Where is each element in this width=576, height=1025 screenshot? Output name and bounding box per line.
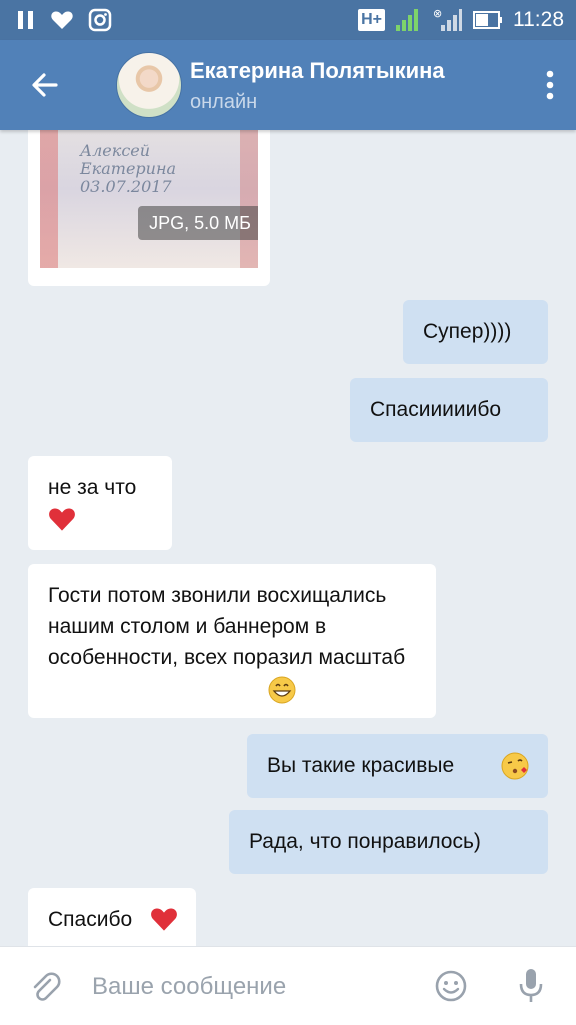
outgoing-message[interactable]: Вы такие красивые: [247, 734, 548, 798]
incoming-message[interactable]: Спасибо: [28, 888, 196, 946]
outgoing-message[interactable]: Спасииииибо: [350, 378, 548, 442]
status-bar: H+ ⊗ 11:28: [0, 0, 576, 40]
pause-icon: [18, 11, 33, 29]
heart-emoji-icon: [49, 508, 75, 531]
attachment-image[interactable]: Алексей Екатерина 03.07.2017 JPG, 5.0 МБ: [40, 130, 258, 268]
heart-icon: [51, 11, 73, 29]
chat-header: Екатерина Полятыкина онлайн: [0, 40, 576, 130]
message-text: Спасибо: [48, 908, 133, 931]
signal-icon: [396, 9, 418, 31]
message-text: не за что: [48, 476, 137, 499]
message-input[interactable]: [90, 965, 414, 1009]
message-text: Супер)))): [423, 320, 512, 343]
incoming-message[interactable]: Гости потом звонили восхищались нашим ст…: [28, 564, 436, 718]
message-text: Гости потом звонили восхищались нашим ст…: [48, 584, 406, 669]
message-text: Рада, что понравилось): [249, 830, 481, 853]
paperclip-icon[interactable]: [28, 971, 62, 1005]
outgoing-message[interactable]: Рада, что понравилось): [229, 810, 548, 874]
message-list[interactable]: Алексей Екатерина 03.07.2017 JPG, 5.0 МБ…: [0, 130, 576, 946]
signal-no-sim-icon: ⊗: [433, 7, 462, 31]
heart-emoji-icon: [151, 908, 177, 931]
image-attachment-message[interactable]: Алексей Екатерина 03.07.2017 JPG, 5.0 МБ: [28, 130, 270, 286]
message-text: Спасииииибо: [370, 398, 502, 421]
message-text: Вы такие красивые: [267, 754, 455, 777]
status-right-icons: H+ ⊗ 11:28: [358, 7, 564, 33]
contact-status: онлайн: [190, 91, 258, 113]
grin-emoji-icon: [268, 676, 296, 704]
kiss-emoji-icon: [501, 752, 529, 780]
back-arrow-icon[interactable]: [26, 66, 64, 104]
incoming-message[interactable]: не за что: [28, 456, 172, 550]
instagram-icon: [88, 8, 112, 32]
smile-icon[interactable]: [434, 969, 468, 1003]
contact-name[interactable]: Екатерина Полятыкина: [190, 58, 445, 84]
status-time: 11:28: [513, 8, 564, 31]
network-h-plus-icon: H+: [358, 9, 385, 31]
avatar[interactable]: [116, 52, 182, 118]
battery-icon: [473, 11, 502, 29]
attachment-size-badge: JPG, 5.0 МБ: [138, 206, 258, 240]
mic-icon[interactable]: [516, 967, 546, 1005]
svg-text:⊗: ⊗: [433, 7, 442, 20]
attachment-image-script: Алексей Екатерина 03.07.2017: [80, 141, 177, 196]
more-vert-icon[interactable]: [546, 70, 554, 100]
message-input-bar: [0, 946, 576, 1025]
outgoing-message[interactable]: Супер)))): [403, 300, 548, 364]
status-left-icons: [16, 8, 112, 32]
